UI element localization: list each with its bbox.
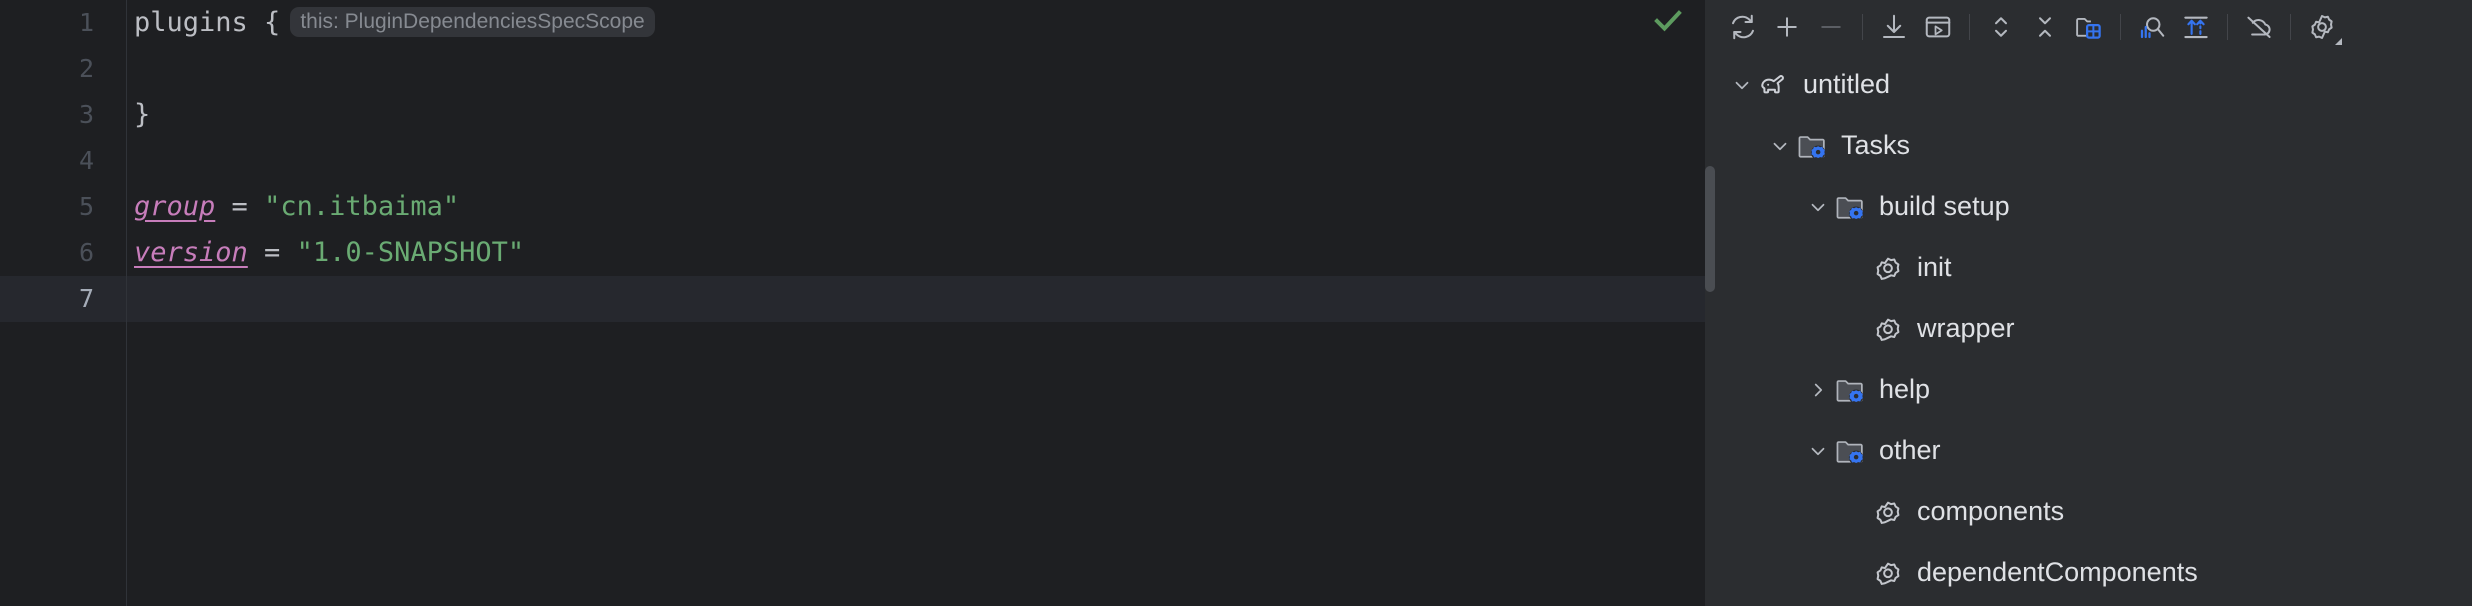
gear-task-icon [1871,312,1905,346]
tree-scrollbar[interactable] [1705,54,1715,606]
gear-task-icon [1871,251,1905,285]
gradle-build-script-view: 1 plugins { this: PluginDependenciesSpecSc… [0,0,2472,606]
code-token-string: "cn.itbaima" [264,191,460,222]
inlay-hint[interactable]: this: PluginDependenciesSpecScope [290,7,655,37]
tree-item-label: other [1879,435,1941,465]
line-number[interactable]: 6 [0,230,126,276]
gradle-tool-window: untitled Tasks build setup init wrapper help o… [1705,0,2472,606]
code-text[interactable]: group = "cn.itbaima" [134,184,459,230]
code-token-string: "1.0-SNAPSHOT" [296,237,525,268]
task-activation-icon[interactable] [2174,5,2218,49]
code-line[interactable]: 2 [0,46,1705,92]
tree-item-dependentcomponents[interactable]: dependentComponents [1705,542,2472,603]
line-number[interactable]: 7 [0,276,126,322]
toolbar-separator-4 [2227,14,2228,40]
chevron-down-icon[interactable] [1727,70,1757,100]
code-text[interactable]: plugins { this: PluginDependenciesSpecSco… [134,0,655,46]
toolbar-separator-1 [1862,14,1863,40]
unlink-gradle-project-icon [1809,5,1853,49]
download-sources-icon[interactable] [1872,5,1916,49]
line-number[interactable]: 4 [0,138,126,184]
dropdown-caret-icon [2335,38,2342,45]
chevron-down-icon[interactable] [1765,131,1795,161]
folder-task-icon [1833,190,1867,224]
tree-item-label: build setup [1879,191,2010,221]
attach-gradle-project-icon[interactable] [2067,5,2111,49]
no-problems-check-icon[interactable] [1651,4,1685,38]
gear-task-icon [1871,495,1905,529]
line-number[interactable]: 1 [0,0,126,46]
code-line[interactable]: 1 plugins { this: PluginDependenciesSpecSc… [0,0,1705,46]
tree-item-label: init [1917,252,1952,282]
code-token-prop: version [134,237,248,268]
tree-item-untitled[interactable]: untitled [1705,54,2472,115]
tree-item-other[interactable]: other [1705,420,2472,481]
code-editor[interactable]: 1 plugins { this: PluginDependenciesSpecSc… [0,0,1705,606]
gradle-elephant-icon [1757,68,1791,102]
line-number[interactable]: 2 [0,46,126,92]
line-number[interactable]: 5 [0,184,126,230]
code-line[interactable]: 3} [0,92,1705,138]
folder-task-icon [1833,373,1867,407]
folder-task-icon [1795,129,1829,163]
chevron-down-icon[interactable] [1803,436,1833,466]
link-gradle-project-icon[interactable] [1765,5,1809,49]
code-token-prop: group [134,191,216,222]
code-token-op: = [247,237,297,268]
toolbar-separator-5 [2290,14,2291,40]
tree-item-label: wrapper [1917,313,2015,343]
chevron-down-icon[interactable] [1803,192,1833,222]
tree-item-label: components [1917,496,2065,526]
gradle-toolbar [1705,0,2472,54]
code-line[interactable]: 6 version = "1.0-SNAPSHOT" [0,230,1705,276]
toolbar-separator-3 [2120,14,2121,40]
gradle-settings-icon[interactable] [2300,5,2344,49]
tree-item-label: help [1879,374,1931,404]
code-token-plain: } [134,99,151,130]
tree-item-label: untitled [1803,69,1891,99]
code-text[interactable]: } [134,92,150,138]
gradle-project-tree[interactable]: untitled Tasks build setup init wrapper help o… [1705,54,2472,606]
tree-item-help[interactable]: help [1705,359,2472,420]
collapse-all-icon[interactable] [2023,5,2067,49]
tree-item-init[interactable]: init [1705,237,2472,298]
expand-all-icon[interactable] [1979,5,2023,49]
code-line[interactable]: 5 group = "cn.itbaima" [0,184,1705,230]
line-number[interactable]: 3 [0,92,126,138]
code-token-plain: plugins [134,7,265,38]
tree-item-label: dependentComponents [1917,557,2198,587]
tree-item-tasks[interactable]: Tasks [1705,115,2472,176]
toolbar-separator-2 [1969,14,1970,40]
code-line[interactable]: 4 [0,138,1705,184]
tree-item-label: Tasks [1841,130,1911,160]
refresh-all-gradle-projects-icon[interactable] [1721,5,1765,49]
code-token-op: = [215,191,265,222]
profile-build-icon[interactable] [2130,5,2174,49]
run-gradle-task-icon[interactable] [1916,5,1960,49]
tree-item-wrapper[interactable]: wrapper [1705,298,2472,359]
code-lines[interactable]: 1 plugins { this: PluginDependenciesSpecSc… [0,0,1705,606]
tree-scrollbar-thumb[interactable] [1705,166,1715,292]
tree-item-components[interactable]: components [1705,481,2472,542]
chevron-right-icon[interactable] [1803,375,1833,405]
gutter-separator [126,0,127,606]
folder-task-icon [1833,434,1867,468]
code-text[interactable]: version = "1.0-SNAPSHOT" [134,230,524,276]
offline-mode-icon[interactable] [2237,5,2281,49]
gear-task-icon [1871,556,1905,590]
code-token-plain: { [264,7,281,38]
code-line[interactable]: 7 [0,276,1705,322]
tree-item-build-setup[interactable]: build setup [1705,176,2472,237]
